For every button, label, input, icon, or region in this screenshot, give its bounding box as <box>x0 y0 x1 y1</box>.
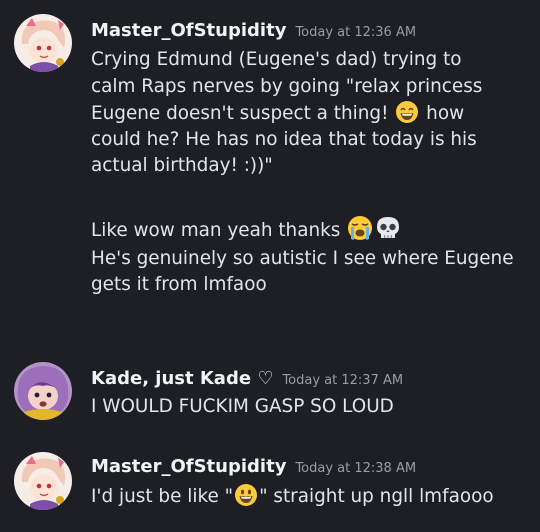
message-item: Master_OfStupidity Today at 12:36 AM Cryi… <box>0 0 540 340</box>
message-header: Kade, just Kade ♡ Today at 12:37 AM <box>91 368 403 389</box>
message-text: Eugene doesn't suspect a thing! <box>91 103 389 124</box>
message-line: calm Raps nerves by going "relax princes… <box>91 75 483 97</box>
message-content: I'd just be like " " straight up ngll lmf… <box>91 483 531 510</box>
user-avatar[interactable] <box>14 452 72 510</box>
username[interactable]: Master_OfStupidity <box>91 20 286 41</box>
message-text: I'd just be like " <box>91 486 234 507</box>
timestamp: Today at 12:36 AM <box>295 25 417 40</box>
message-text: " straight up ngll lmfaooo <box>259 486 494 507</box>
message-line: Eugene doesn't suspect a thing! how <box>91 100 531 127</box>
message-line: Like wow man yeah thanks <box>91 215 531 242</box>
user-avatar[interactable] <box>14 14 72 72</box>
skull-icon[interactable] <box>375 215 401 241</box>
message-line: Crying Edmund (Eugene's dad) trying to <box>91 49 462 70</box>
message-line: actual birthday! :))" <box>91 155 273 176</box>
user-avatar[interactable] <box>14 362 72 420</box>
grinning-face-icon[interactable] <box>234 483 258 507</box>
message-line: I WOULD FUCKIM GASP SO LOUD <box>91 396 394 417</box>
message-line: He's genuinely so autistic I see where E… <box>91 247 514 269</box>
timestamp: Today at 12:38 AM <box>295 461 417 476</box>
message-line: could he? He has no idea that today is h… <box>91 128 477 150</box>
message-header: Master_OfStupidity Today at 12:36 AM <box>91 20 416 41</box>
message-text: how <box>426 103 465 124</box>
message-item: Master_OfStupidity Today at 12:38 AM I'd … <box>0 440 540 532</box>
grinning-face-with-smiling-eyes-icon[interactable] <box>395 100 419 124</box>
loudly-crying-face-icon[interactable] <box>347 215 373 241</box>
username[interactable]: Kade, just Kade ♡ <box>91 368 273 389</box>
message-text: Like wow man yeah thanks <box>91 220 341 241</box>
username[interactable]: Master_OfStupidity <box>91 456 286 477</box>
message-item: Kade, just Kade ♡ Today at 12:37 AM I WOU… <box>0 352 540 432</box>
message-content: I WOULD FUCKIM GASP SO LOUD <box>91 394 531 421</box>
message-line: I'd just be like " " straight up ngll lmf… <box>91 483 531 510</box>
message-content: Crying Edmund (Eugene's dad) trying to c… <box>91 47 531 299</box>
timestamp: Today at 12:37 AM <box>282 373 404 388</box>
message-header: Master_OfStupidity Today at 12:38 AM <box>91 456 416 477</box>
message-line: gets it from lmfaoo <box>91 274 267 295</box>
